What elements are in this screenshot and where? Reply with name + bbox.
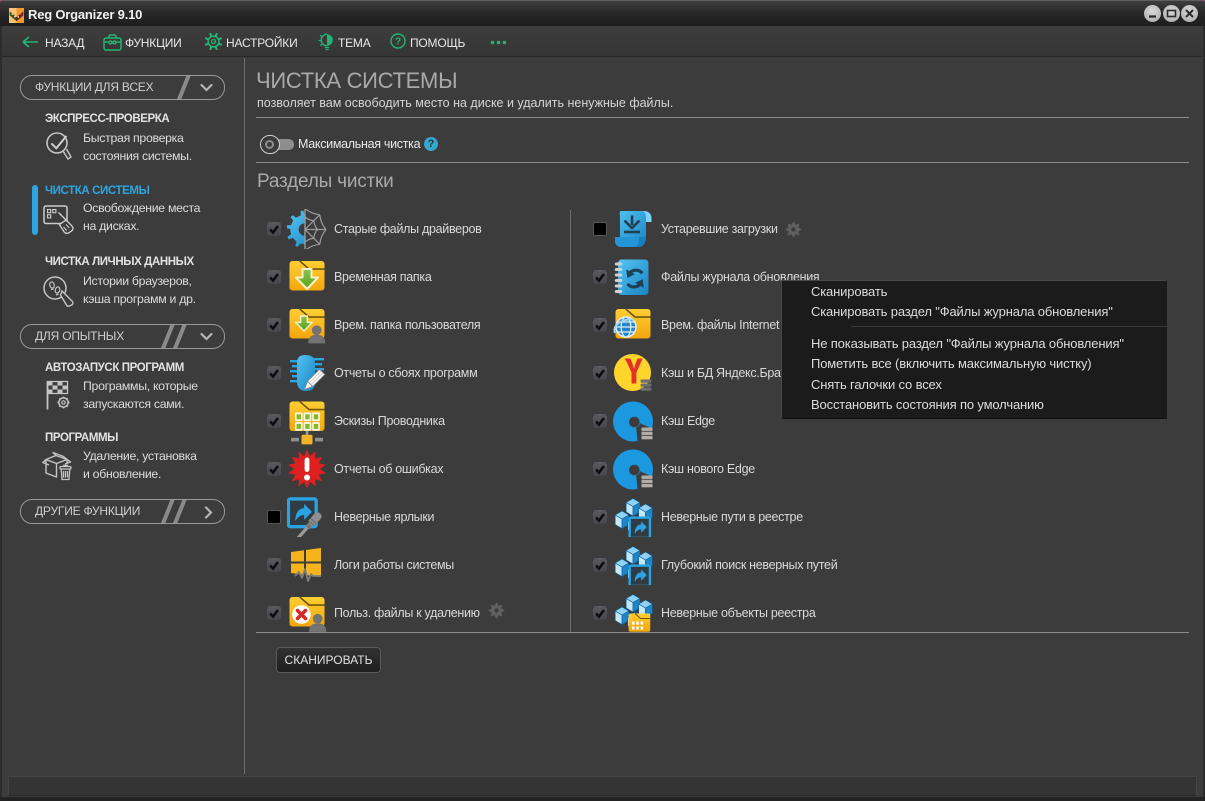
svg-text:?: ?	[395, 37, 401, 48]
